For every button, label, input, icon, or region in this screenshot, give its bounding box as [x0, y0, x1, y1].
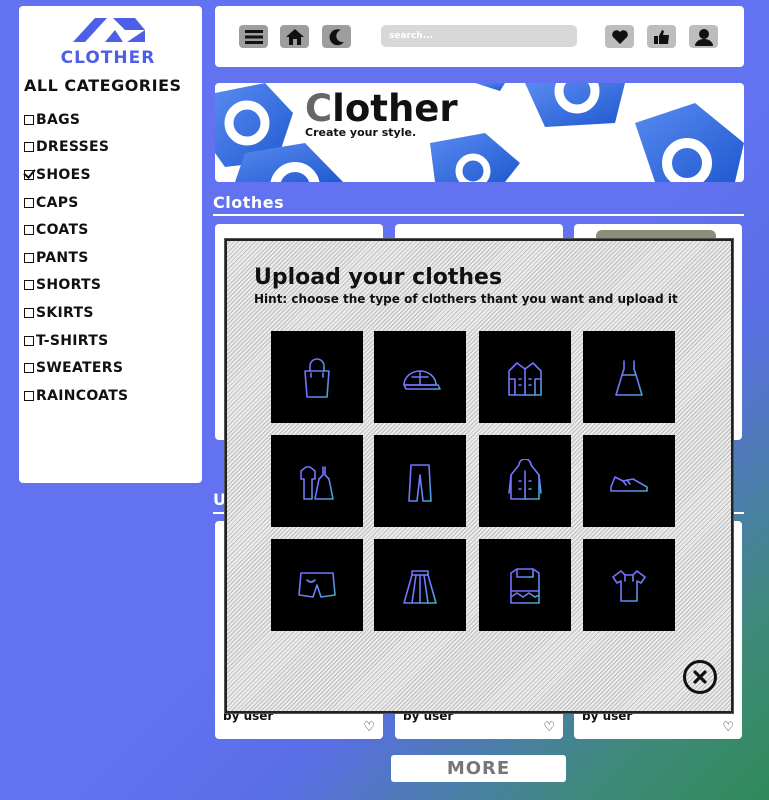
category-item-caps[interactable]: CAPS: [24, 189, 128, 217]
category-checkbox[interactable]: [24, 363, 34, 374]
category-checkbox[interactable]: [24, 335, 34, 346]
tshirt-icon: [612, 570, 646, 602]
tile-coat[interactable]: [479, 331, 571, 423]
shoe-icon: [610, 476, 648, 492]
category-label: RAINCOATS: [36, 387, 129, 404]
category-item-t-shirts[interactable]: T-SHIRTS: [24, 327, 128, 355]
modal-title: Upload your clothes: [254, 265, 503, 290]
heart-icon: [611, 29, 628, 44]
banner-title: Clother: [305, 87, 458, 130]
category-label: SWEATERS: [36, 360, 124, 377]
raincoat-icon: [508, 459, 542, 500]
dress-icon: [615, 360, 643, 396]
categories-title: ALL CATEGORIES: [24, 76, 182, 95]
outfit-icon: [300, 466, 334, 500]
tile-shorts[interactable]: [271, 539, 363, 631]
profile-button[interactable]: [689, 25, 718, 48]
hero-banner: Clother Create your style.: [215, 83, 744, 182]
user-icon: [694, 28, 713, 46]
like-heart-icon[interactable]: ♡: [543, 720, 555, 735]
category-label: DRESSES: [36, 139, 110, 156]
tile-cap[interactable]: [374, 331, 466, 423]
moon-icon: [329, 28, 344, 45]
like-heart-icon[interactable]: ♡: [722, 720, 734, 735]
favorites-button[interactable]: [605, 25, 634, 48]
pants-icon: [408, 464, 432, 502]
tile-pants[interactable]: [374, 435, 466, 527]
close-button[interactable]: [683, 660, 717, 694]
category-checkbox[interactable]: [24, 114, 34, 125]
category-label: CAPS: [36, 194, 79, 211]
category-label: BAGS: [36, 111, 81, 128]
category-item-dresses[interactable]: DRESSES: [24, 134, 128, 162]
category-checkbox[interactable]: [24, 169, 34, 180]
search-input[interactable]: [381, 25, 577, 47]
category-item-shoes[interactable]: SHOES: [24, 161, 128, 189]
section-divider: [213, 214, 744, 216]
category-label: SHOES: [36, 166, 91, 183]
tile-shoe[interactable]: [583, 435, 675, 527]
modal-hint: Hint: choose the type of clothers thant …: [254, 292, 678, 306]
brand-name: CLOTHER: [60, 48, 156, 68]
category-list: BAGS DRESSES SHOES CAPS COATS PANTS SHORTS SKIR…: [24, 106, 128, 410]
category-label: COATS: [36, 222, 89, 239]
tile-raincoat[interactable]: [479, 435, 571, 527]
clother-logo-icon: [73, 18, 145, 42]
tile-skirt[interactable]: [374, 539, 466, 631]
tile-outfit[interactable]: [271, 435, 363, 527]
tile-sweater[interactable]: [479, 539, 571, 631]
sidebar: CLOTHER ALL CATEGORIES BAGS DRESSES SHOES C…: [19, 6, 202, 483]
category-item-skirts[interactable]: SKIRTS: [24, 299, 128, 327]
clothes-section-title: Clothes: [213, 193, 285, 212]
home-icon: [285, 28, 304, 45]
banner-subtitle: Create your style.: [305, 126, 417, 139]
cap-icon: [403, 370, 441, 390]
category-checkbox[interactable]: [24, 225, 34, 236]
tile-bag[interactable]: [271, 331, 363, 423]
more-button[interactable]: MORE: [391, 755, 566, 782]
category-item-raincoats[interactable]: RAINCOATS: [24, 382, 128, 410]
sweater-icon: [510, 568, 540, 604]
category-label: PANTS: [36, 249, 89, 266]
tile-dress[interactable]: [583, 331, 675, 423]
shorts-icon: [298, 572, 336, 598]
category-item-coats[interactable]: COATS: [24, 216, 128, 244]
brand-logo[interactable]: CLOTHER: [49, 10, 169, 70]
bag-icon: [304, 358, 330, 398]
category-checkbox[interactable]: [24, 390, 34, 401]
category-checkbox[interactable]: [24, 197, 34, 208]
category-checkbox[interactable]: [24, 307, 34, 318]
banner-pattern-icon: [215, 83, 744, 182]
likes-button[interactable]: [647, 25, 676, 48]
menu-button[interactable]: [239, 25, 268, 48]
coat-icon: [508, 362, 542, 396]
category-item-sweaters[interactable]: SWEATERS: [24, 354, 128, 382]
category-item-bags[interactable]: BAGS: [24, 106, 128, 134]
category-label: SHORTS: [36, 277, 102, 294]
category-item-pants[interactable]: PANTS: [24, 244, 128, 272]
skirt-icon: [403, 570, 437, 604]
thumbs-up-icon: [653, 29, 669, 44]
category-item-shorts[interactable]: SHORTS: [24, 272, 128, 300]
category-checkbox[interactable]: [24, 252, 34, 263]
upload-modal: Upload your clothes Hint: choose the typ…: [225, 239, 733, 713]
tile-tshirt[interactable]: [583, 539, 675, 631]
like-heart-icon[interactable]: ♡: [363, 720, 375, 735]
category-label: T-SHIRTS: [36, 332, 109, 349]
category-label: SKIRTS: [36, 304, 94, 321]
top-bar: [215, 6, 744, 67]
menu-icon: [244, 29, 263, 44]
theme-button[interactable]: [322, 25, 351, 48]
category-checkbox[interactable]: [24, 280, 34, 291]
home-button[interactable]: [280, 25, 309, 48]
category-checkbox[interactable]: [24, 142, 34, 153]
close-icon: [693, 670, 707, 684]
